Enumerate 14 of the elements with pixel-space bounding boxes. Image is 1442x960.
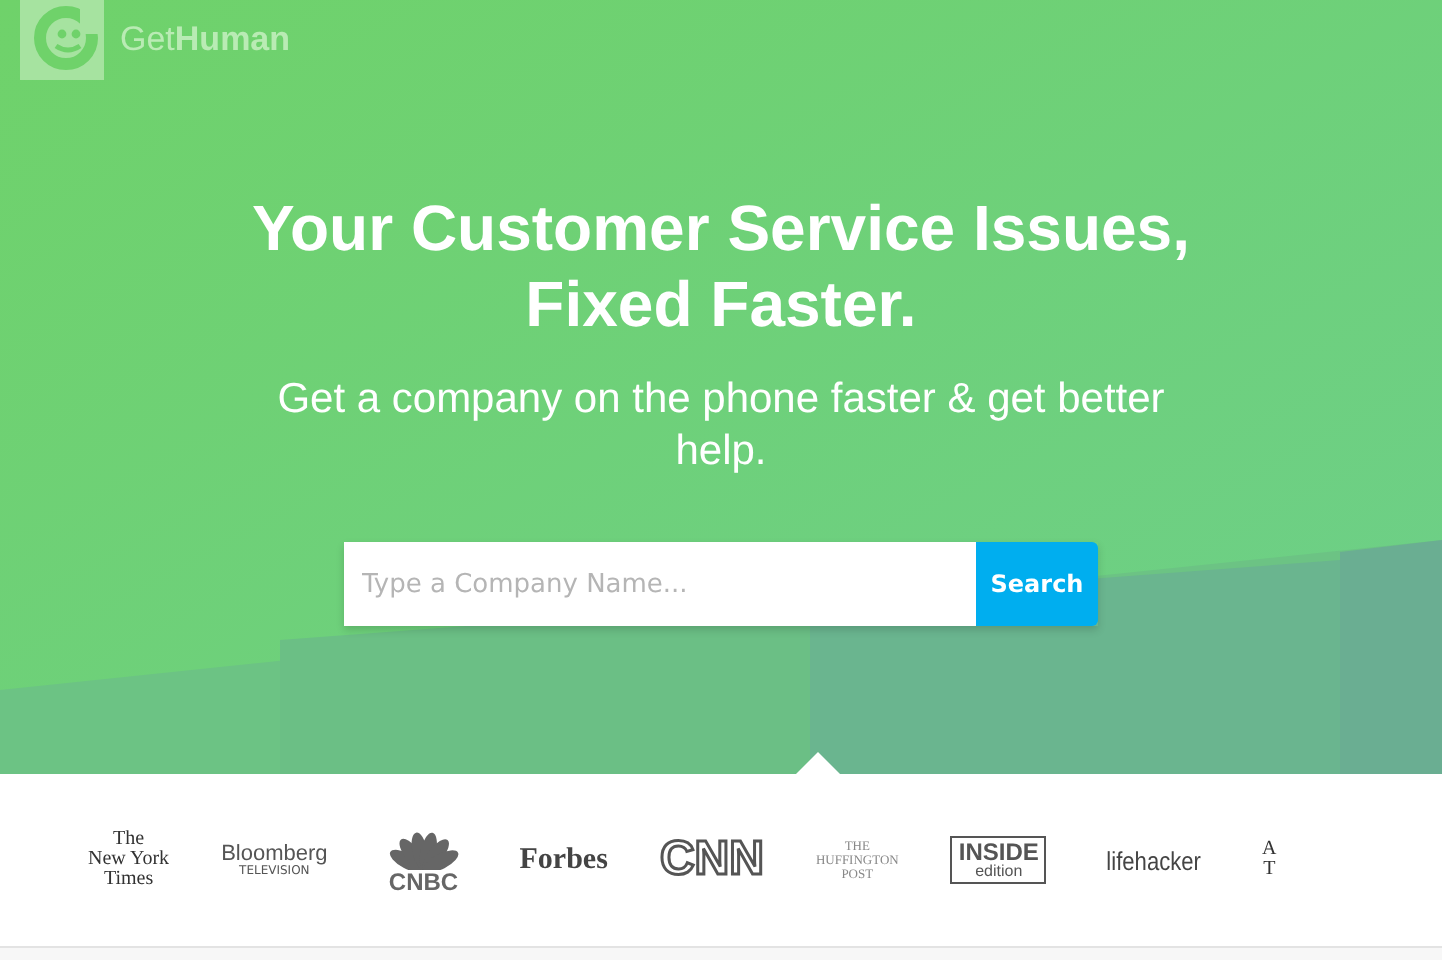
press-logo: lifehacker xyxy=(1107,847,1202,873)
smiley-logo-icon xyxy=(20,0,104,80)
press-logo: INSIDE edition xyxy=(950,836,1047,884)
brand-name[interactable]: GetHuman xyxy=(120,20,291,60)
search-field[interactable]: Type a Company Name... xyxy=(344,542,976,626)
press-logo: The New York Times xyxy=(88,830,170,890)
pointer-notch xyxy=(796,752,840,774)
press-logo: CNN xyxy=(659,836,764,884)
press-logo: CNBC xyxy=(379,827,468,893)
press-logo: Forbes xyxy=(519,845,608,875)
press-logo: A T xyxy=(1262,840,1277,880)
hero-title: Your Customer Service Issues, Fixed Faster. xyxy=(252,190,1190,342)
search-button[interactable]: Search xyxy=(976,542,1098,626)
hero-subtitle: Get a company on the phone faster & get better help. xyxy=(275,374,1167,478)
